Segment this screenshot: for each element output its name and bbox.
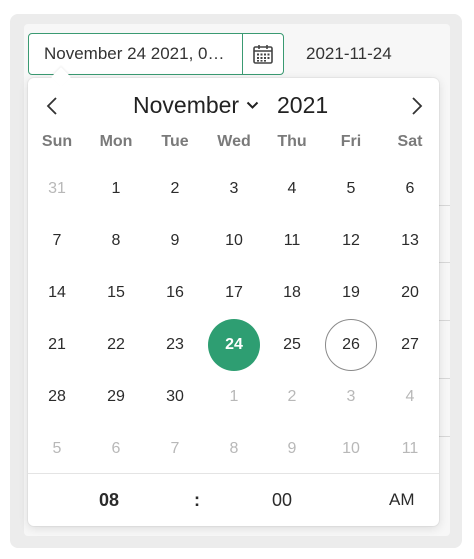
day-cell-outside-month[interactable]: 1: [208, 371, 260, 423]
day-cell[interactable]: 13: [384, 215, 436, 267]
day-cell-outside-month[interactable]: 8: [208, 423, 260, 475]
day-cell-outside-month[interactable]: 9: [266, 423, 318, 475]
day-cell[interactable]: 10: [208, 215, 260, 267]
background-divider: [438, 205, 450, 206]
weekday-label: Mon: [99, 133, 133, 150]
day-cell[interactable]: 14: [31, 267, 83, 319]
day-cell[interactable]: 22: [90, 319, 142, 371]
day-cell[interactable]: 20: [384, 267, 436, 319]
day-cell[interactable]: 4: [266, 163, 318, 215]
open-calendar-button[interactable]: [242, 34, 283, 74]
next-month-button[interactable]: [405, 94, 429, 118]
background-divider: [438, 320, 450, 321]
day-cell[interactable]: 27: [384, 319, 436, 371]
day-cell[interactable]: 2: [149, 163, 201, 215]
date-picker-field[interactable]: November 24 2021, 0…: [28, 33, 284, 75]
day-cell[interactable]: 6: [384, 163, 436, 215]
weekday-label: Fri: [340, 133, 362, 150]
weekday-label: Sat: [397, 133, 423, 150]
time-divider: [28, 473, 439, 474]
chevron-down-icon: [246, 101, 259, 109]
day-cell[interactable]: 25: [266, 319, 318, 371]
day-cell-outside-month[interactable]: 31: [31, 163, 83, 215]
day-cell[interactable]: 9: [149, 215, 201, 267]
chevron-left-icon: [46, 97, 57, 115]
background-divider: [438, 436, 450, 437]
day-cell[interactable]: 19: [325, 267, 377, 319]
iso-date-value: 2021-11-24: [306, 44, 392, 63]
day-cell[interactable]: 15: [90, 267, 142, 319]
day-cell[interactable]: 5: [325, 163, 377, 215]
day-cell[interactable]: 3: [208, 163, 260, 215]
day-cell[interactable]: 7: [31, 215, 83, 267]
minute-field[interactable]: 00: [272, 490, 292, 511]
day-cell-today[interactable]: 26: [325, 319, 377, 371]
day-cell[interactable]: 18: [266, 267, 318, 319]
year-label[interactable]: 2021: [277, 92, 328, 119]
weekday-label: Thu: [277, 133, 307, 150]
day-cell[interactable]: 29: [90, 371, 142, 423]
background-divider: [438, 262, 450, 263]
day-cell[interactable]: 8: [90, 215, 142, 267]
day-cell[interactable]: 16: [149, 267, 201, 319]
day-cell[interactable]: 11: [266, 215, 318, 267]
month-label: November: [133, 92, 240, 118]
date-input-value[interactable]: November 24 2021, 0…: [29, 44, 242, 64]
day-cell-outside-month[interactable]: 2: [266, 371, 318, 423]
day-cell-outside-month[interactable]: 10: [325, 423, 377, 475]
day-cell[interactable]: 28: [31, 371, 83, 423]
day-cell[interactable]: 17: [208, 267, 260, 319]
time-separator: :: [194, 490, 200, 510]
chevron-right-icon: [412, 97, 423, 115]
day-cell-outside-month[interactable]: 7: [149, 423, 201, 475]
month-dropdown[interactable]: November: [133, 92, 259, 119]
day-cell[interactable]: 12: [325, 215, 377, 267]
calendar-icon: [253, 45, 273, 64]
weekday-label: Tue: [161, 133, 189, 150]
day-cell[interactable]: 23: [149, 319, 201, 371]
day-cell-outside-month[interactable]: 6: [90, 423, 142, 475]
day-cell[interactable]: 30: [149, 371, 201, 423]
day-cell-outside-month[interactable]: 4: [384, 371, 436, 423]
day-cell[interactable]: 1: [90, 163, 142, 215]
day-cell[interactable]: 21: [31, 319, 83, 371]
day-cell-selected[interactable]: 24: [208, 319, 260, 371]
day-cell-outside-month[interactable]: 5: [31, 423, 83, 475]
background-divider: [438, 378, 450, 379]
weekday-label: Sun: [41, 133, 73, 150]
day-cell-outside-month[interactable]: 11: [384, 423, 436, 475]
hour-field[interactable]: 08: [99, 490, 119, 511]
weekday-label: Wed: [217, 133, 251, 150]
day-cell-outside-month[interactable]: 3: [325, 371, 377, 423]
previous-month-button[interactable]: [40, 94, 64, 118]
ampm-toggle[interactable]: AM: [389, 490, 415, 510]
